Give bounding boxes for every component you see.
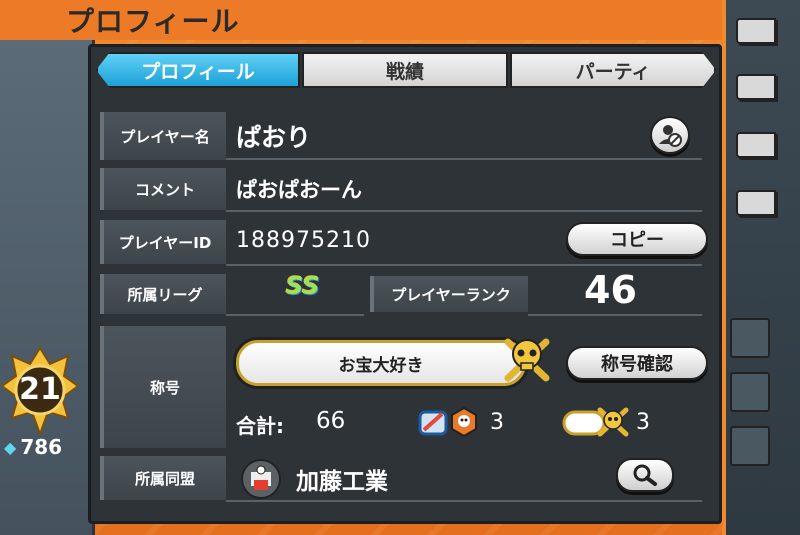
- title-category-a-count: 3: [490, 410, 504, 435]
- level-number: 21: [19, 372, 61, 407]
- league-label: 所属リーグ: [100, 274, 226, 314]
- side-tab[interactable]: [730, 372, 770, 412]
- side-menu-button[interactable]: [736, 132, 776, 158]
- row-divider: [226, 264, 702, 266]
- title-banner: お宝大好き: [236, 340, 526, 386]
- alliance-search-button[interactable]: [616, 458, 674, 492]
- score-display: ◆ 786: [0, 432, 82, 462]
- player-id: 188975210: [236, 228, 371, 253]
- title-confirm-button[interactable]: 称号確認: [566, 346, 708, 380]
- total-label: 合計:: [236, 414, 284, 438]
- side-menu-button[interactable]: [736, 18, 776, 44]
- alliance-name: 加藤工業: [296, 469, 388, 495]
- page-title: プロフィール: [66, 5, 240, 38]
- tab-profile[interactable]: プロフィール: [96, 52, 300, 88]
- row-divider: [226, 314, 364, 316]
- comment-label: コメント: [100, 168, 226, 210]
- total-value: 66: [316, 408, 346, 434]
- tab-party[interactable]: パーティ: [510, 52, 716, 88]
- row-divider: [226, 158, 702, 160]
- player-name-label: プレイヤー名: [100, 112, 226, 160]
- player-id-label: プレイヤーID: [100, 220, 226, 264]
- header: プロフィール: [0, 0, 722, 40]
- skull-crossbones-icon: [500, 332, 554, 386]
- side-tab[interactable]: [730, 426, 770, 466]
- copy-button[interactable]: コピー: [566, 222, 708, 256]
- score-value: 786: [20, 435, 63, 459]
- diamond-icon: ◆: [4, 437, 17, 457]
- side-tab[interactable]: [730, 318, 770, 358]
- side-menu-button[interactable]: [736, 190, 776, 216]
- player-rank-value: 46: [584, 268, 637, 312]
- right-side-menu: [722, 0, 800, 535]
- row-divider: [226, 210, 702, 212]
- row-divider: [226, 500, 702, 502]
- title-label: 称号: [100, 326, 226, 448]
- alliance-emblem-icon: [240, 458, 282, 500]
- mute-user-icon: [659, 125, 682, 147]
- comment-text: ぱおぱおーん: [236, 178, 362, 202]
- mute-button[interactable]: [650, 116, 690, 154]
- row-divider: [528, 314, 702, 316]
- tab-battle-record[interactable]: 戦績: [302, 52, 508, 88]
- alliance-label: 所属同盟: [100, 456, 226, 500]
- title-category-a-icon: [418, 406, 480, 438]
- title-category-b-icon: [562, 404, 632, 438]
- title-category-b-count: 3: [636, 410, 650, 435]
- player-name: ぱおり: [236, 123, 312, 152]
- level-badge: 21: [0, 346, 80, 437]
- player-rank-label: プレイヤーランク: [370, 276, 528, 312]
- search-icon: [633, 464, 657, 486]
- side-menu-button[interactable]: [736, 74, 776, 100]
- league-badge-text: SS: [286, 272, 320, 300]
- league-badge-icon: SS: [286, 272, 326, 312]
